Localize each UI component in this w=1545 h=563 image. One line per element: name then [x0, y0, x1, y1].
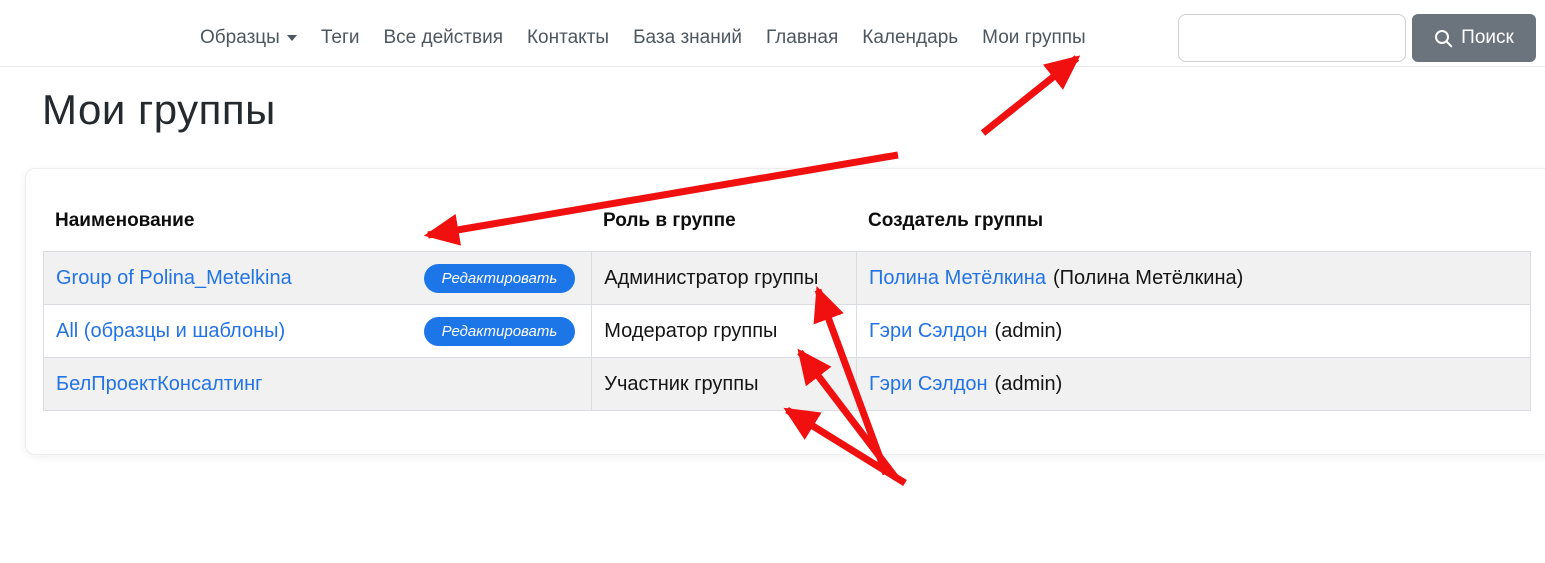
column-header-name: Наименование: [43, 210, 591, 251]
magnifier-icon: [1434, 29, 1453, 48]
top-navbar: Образцы Теги Все действия Контакты База …: [0, 0, 1545, 67]
groups-card: Наименование Роль в группе Создатель гру…: [25, 168, 1545, 455]
name-cell: All (образцы и шаблоны) Редактировать: [44, 305, 591, 357]
nav-item-all-actions[interactable]: Все действия: [384, 27, 503, 49]
group-link[interactable]: Group of Polina_Metelkina: [56, 267, 292, 290]
creator-link[interactable]: Гэри Сэлдон: [869, 373, 988, 396]
nav-item-samples-label: Образцы: [200, 27, 280, 48]
table-header-row: Наименование Роль в группе Создатель гру…: [43, 201, 1545, 251]
group-link[interactable]: All (образцы и шаблоны): [56, 320, 285, 343]
creator-cell: Полина Метёлкина (Полина Метёлкина): [856, 252, 1530, 304]
group-link[interactable]: БелПроектКонсалтинг: [56, 373, 262, 396]
nav-item-home[interactable]: Главная: [766, 27, 838, 49]
nav-item-tags[interactable]: Теги: [321, 27, 360, 49]
table-row: БелПроектКонсалтинг Участник группы Гэри…: [43, 357, 1531, 411]
table-row: All (образцы и шаблоны) Редактировать Мо…: [43, 304, 1531, 358]
column-header-role: Роль в группе: [591, 210, 856, 251]
edit-button[interactable]: Редактировать: [424, 317, 576, 346]
role-text: Администратор группы: [604, 267, 818, 290]
nav-item-knowledge-base[interactable]: База знаний: [633, 27, 742, 49]
creator-suffix: (Полина Метёлкина): [1053, 267, 1243, 290]
creator-suffix: (admin): [995, 373, 1063, 396]
page-title: Мои группы: [42, 86, 276, 134]
role-cell: Администратор группы: [591, 252, 856, 304]
name-cell: Group of Polina_Metelkina Редактировать: [44, 252, 591, 304]
chevron-down-icon: [287, 35, 297, 41]
nav-item-contacts[interactable]: Контакты: [527, 27, 609, 49]
role-cell: Участник группы: [591, 358, 856, 410]
creator-link[interactable]: Гэри Сэлдон: [869, 320, 988, 343]
role-text: Участник группы: [604, 373, 758, 396]
nav-item-calendar[interactable]: Календарь: [862, 27, 958, 49]
role-text: Модератор группы: [604, 320, 777, 343]
edit-button[interactable]: Редактировать: [424, 264, 576, 293]
creator-link[interactable]: Полина Метёлкина: [869, 267, 1046, 290]
nav-item-samples[interactable]: Образцы: [200, 27, 297, 49]
red-arrow-annotation: [983, 58, 1077, 133]
creator-cell: Гэри Сэлдон (admin): [856, 305, 1530, 357]
search-button-label: Поиск: [1461, 27, 1514, 49]
creator-suffix: (admin): [995, 320, 1063, 343]
creator-cell: Гэри Сэлдон (admin): [856, 358, 1530, 410]
column-header-creator: Создатель группы: [856, 210, 1531, 251]
name-cell: БелПроектКонсалтинг: [44, 358, 591, 410]
search-button[interactable]: Поиск: [1412, 14, 1536, 62]
role-cell: Модератор группы: [591, 305, 856, 357]
table-row: Group of Polina_Metelkina Редактировать …: [43, 251, 1531, 305]
nav-item-my-groups[interactable]: Мои группы: [982, 27, 1086, 49]
search-input[interactable]: [1178, 14, 1406, 62]
